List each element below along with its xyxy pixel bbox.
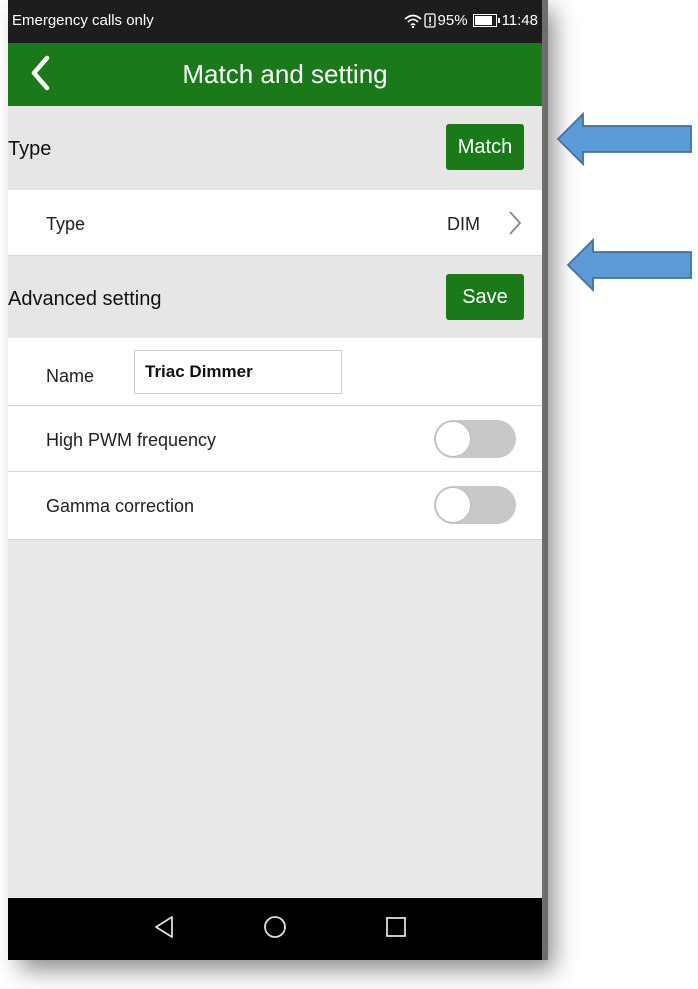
gamma-row: Gamma correction [8,472,542,540]
nav-back-button[interactable] [148,913,180,945]
battery-icon [472,14,500,27]
name-row-label: Name [46,366,95,386]
gamma-toggle[interactable] [434,486,516,524]
app-bar: Match and setting [8,43,542,106]
gamma-toggle-knob [435,487,471,523]
type-row-value: DIM [447,214,480,234]
advanced-section-header: Advanced setting Save [8,256,542,338]
screenshot-stage: Emergency calls only 95% 11:48 Match and… [0,0,698,989]
match-button[interactable]: Match [446,124,524,170]
save-button[interactable]: Save [446,274,524,320]
pwm-row: High PWM frequency [8,406,542,472]
pwm-row-label: High PWM frequency [46,430,217,450]
chevron-right-icon [508,210,522,241]
status-bar: Emergency calls only 95% 11:48 [8,0,542,43]
annotation-arrow-match-icon [556,111,694,171]
gamma-row-label: Gamma correction [46,496,195,516]
recents-square-icon [385,916,407,943]
type-section-title: Type [8,138,52,160]
clock-time: 11:48 [501,12,538,29]
back-triangle-icon [153,915,175,944]
annotation-arrow-save-icon [566,237,694,297]
carrier-text: Emergency calls only [12,12,154,29]
pwm-toggle[interactable] [434,420,516,458]
wifi-icon [404,14,422,28]
nav-home-button[interactable] [259,913,291,945]
battery-percent: 95% [437,12,468,29]
name-row: Name [8,338,542,406]
home-circle-icon [263,915,287,944]
nav-recents-button[interactable] [380,913,412,945]
navigation-bar [8,898,542,960]
page-title: Match and setting [182,59,388,89]
name-input[interactable] [134,350,342,394]
phone-screen: Emergency calls only 95% 11:48 Match and… [8,0,548,960]
pwm-toggle-knob [435,421,471,457]
alert-icon [423,13,436,28]
type-row[interactable]: Type DIM [8,190,542,256]
status-icons: 95% 11:48 [404,12,538,29]
advanced-section-title: Advanced setting [8,288,162,310]
type-row-label: Type [46,214,86,234]
type-section-header: Type Match [8,106,542,190]
